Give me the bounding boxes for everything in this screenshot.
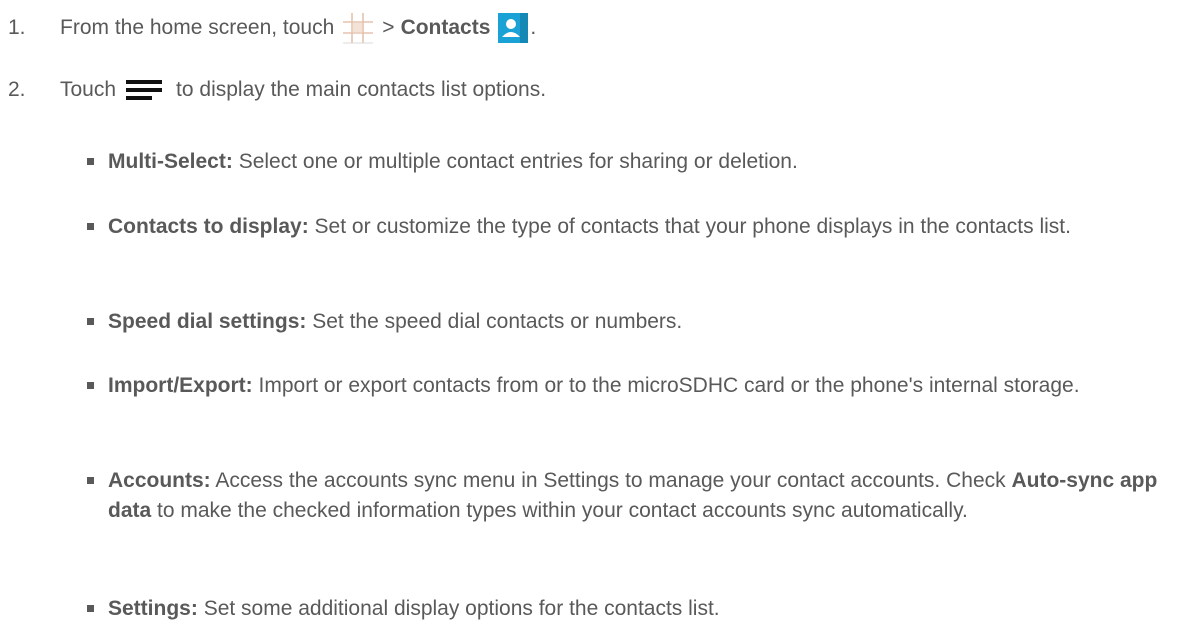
step-instruction: Touch xyxy=(60,78,117,101)
option-label: Contacts to display: xyxy=(108,215,309,238)
bullet-marker xyxy=(87,382,94,389)
period: . xyxy=(530,16,537,39)
step-instruction: From the home screen, touch xyxy=(60,16,335,39)
option-label: Multi-Select: xyxy=(108,150,233,173)
bullet-marker xyxy=(87,158,94,165)
option-description-rest: to make the checked information types wi… xyxy=(157,499,968,522)
step-text: From the home screen, touch > Contacts . xyxy=(60,12,536,44)
separator: > xyxy=(382,16,395,39)
list-item-text: Settings: Set some additional display op… xyxy=(108,594,1158,624)
document-page: 1. From the home screen, touch > Contact… xyxy=(0,0,1182,630)
option-description: Import or export contacts from or to the… xyxy=(258,374,1080,397)
list-item-text: Contacts to display: Set or customize th… xyxy=(108,212,1158,242)
option-label: Settings: xyxy=(108,597,198,620)
bullet-marker xyxy=(87,318,94,325)
option-description: Access the accounts sync menu in Setting… xyxy=(215,469,1006,492)
menu-icon xyxy=(126,78,163,102)
step-number: 2. xyxy=(8,78,26,101)
option-label: Import/Export: xyxy=(108,374,253,397)
step-instruction-rest: to display the main contacts list option… xyxy=(176,78,547,101)
bullet-marker xyxy=(87,223,94,230)
bullet-marker xyxy=(87,477,94,484)
list-item-text: Speed dial settings: Set the speed dial … xyxy=(108,307,1158,337)
option-label: Accounts: xyxy=(108,469,211,492)
list-item-text: Accounts: Access the accounts sync menu … xyxy=(108,466,1158,526)
list-item-text: Import/Export: Import or export contacts… xyxy=(108,371,1158,401)
bullet-marker xyxy=(87,605,94,612)
step-number: 1. xyxy=(8,16,26,39)
option-description: Select one or multiple contact entries f… xyxy=(238,150,798,173)
step-text: Touch to display the main contacts list … xyxy=(60,75,546,105)
option-label: Speed dial settings: xyxy=(108,310,307,333)
option-description: Set or customize the type of contacts th… xyxy=(314,215,1071,238)
list-item-text: Multi-Select: Select one or multiple con… xyxy=(108,147,1158,177)
contacts-label: Contacts xyxy=(400,16,491,39)
option-description: Set the speed dial contacts or numbers. xyxy=(312,310,683,333)
contacts-app-icon xyxy=(498,13,529,43)
option-description: Set some additional display options for … xyxy=(203,597,720,620)
apps-grid-icon xyxy=(342,12,374,44)
